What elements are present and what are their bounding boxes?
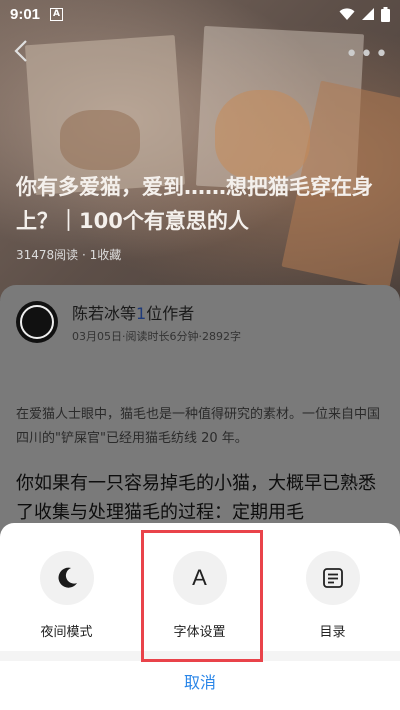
author-subline: 03月05日·阅读时长6分钟·2892字 [72, 330, 241, 343]
author-name[interactable]: 陈若冰等1位作者 [72, 300, 241, 324]
article-body: 你如果有一只容易掉毛的小猫，大概早已熟悉了收集与处理猫毛的过程：定期用毛 [16, 473, 376, 523]
signal-icon [362, 8, 374, 20]
table-of-contents-label: 目录 [319, 625, 346, 640]
highlight-box [141, 530, 263, 662]
list-icon [322, 568, 343, 588]
more-button[interactable]: ••• [345, 42, 390, 67]
cancel-button[interactable]: 取消 [0, 669, 400, 693]
night-mode-button[interactable]: 夜间模式 [0, 551, 133, 640]
author-row[interactable]: 陈若冰等1位作者 03月05日·阅读时长6分钟·2892字 [16, 300, 241, 344]
status-time: 9:01 [10, 5, 41, 23]
notification-badge-icon: A [50, 7, 64, 21]
chevron-left-icon [14, 40, 27, 62]
back-button[interactable] [10, 38, 40, 68]
night-mode-label: 夜间模式 [40, 625, 93, 640]
battery-icon [381, 6, 390, 22]
status-bar: 9:01 A [0, 0, 400, 28]
avatar[interactable] [16, 301, 58, 343]
moon-icon [58, 567, 77, 588]
table-of-contents-button[interactable]: 目录 [266, 551, 399, 640]
article-meta: 31478阅读 · 1收藏 [16, 248, 122, 262]
article-title: 你有多爱猫，爱到……想把猫毛穿在身上？｜100个有意思的人 [16, 175, 373, 233]
article-summary: 在爱猫人士眼中，猫毛也是一种值得研究的素材。一位来自中国四川的"铲屎官"已经用猫… [16, 407, 381, 446]
wifi-icon [339, 7, 355, 20]
